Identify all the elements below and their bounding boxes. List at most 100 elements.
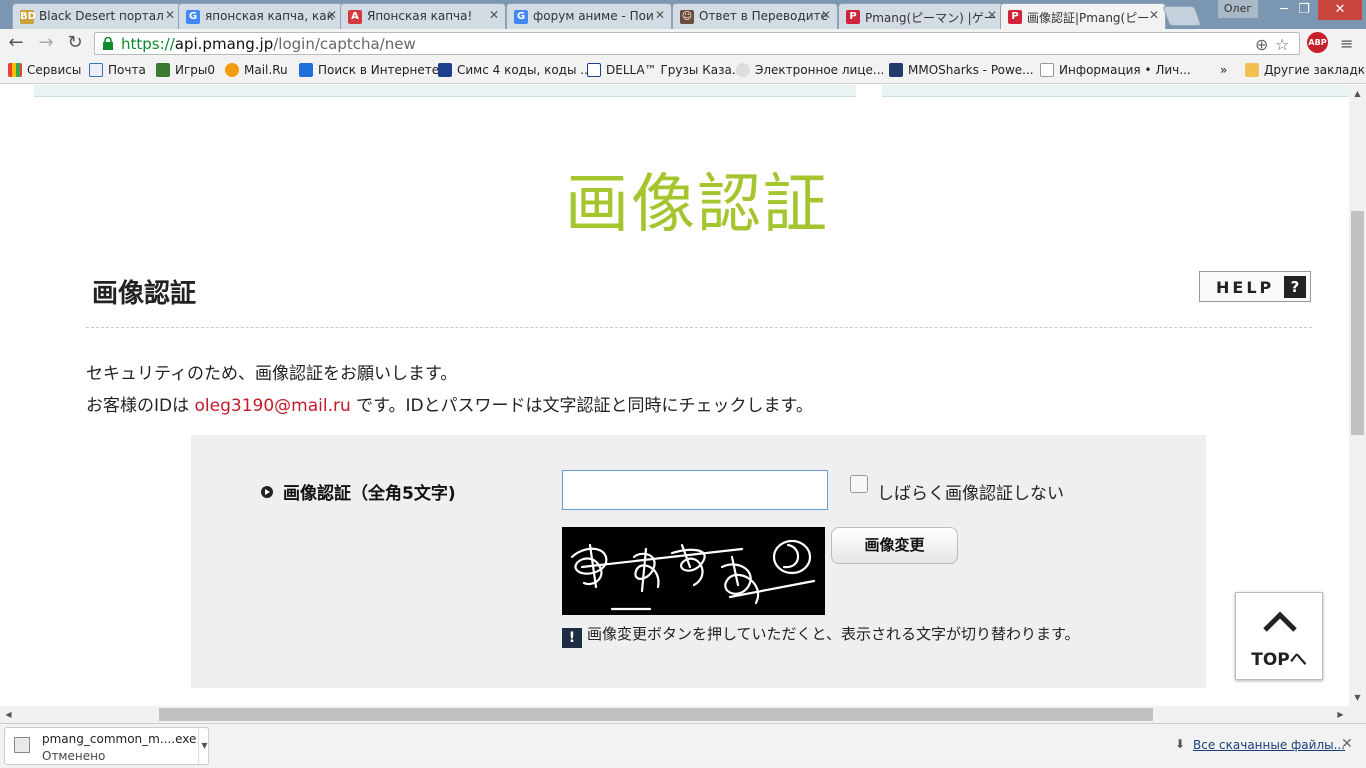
cube-icon xyxy=(156,63,170,77)
tab-close-icon[interactable]: ✕ xyxy=(1149,8,1159,22)
url-scheme: https:// xyxy=(121,35,175,53)
mail-icon xyxy=(89,63,103,77)
tab-title: Black Desert портал xyxy=(39,9,164,23)
bookmark-search[interactable]: Поиск в Интернете xyxy=(299,63,439,77)
skip-captcha-checkbox[interactable] xyxy=(850,475,868,493)
bookmark-mail[interactable]: Почта xyxy=(89,63,146,77)
horizontal-scrollbar[interactable]: ◀ ▶ xyxy=(0,706,1349,723)
download-arrow-icon: ⬇ xyxy=(1175,737,1186,751)
tab-answers[interactable]: ☺ Ответ в Переводите ✕ xyxy=(672,3,838,29)
captcha-form: 画像認証（全角5文字) しばらく画像認証しない 画像変更 ! 画像変更ボタンを押… xyxy=(191,435,1206,688)
captcha-input[interactable] xyxy=(562,470,828,510)
zoom-icon[interactable]: ⊕ xyxy=(1255,35,1268,54)
url-path: /login/captcha/new xyxy=(273,35,416,53)
question-icon: ? xyxy=(1284,276,1306,298)
tab-pmang[interactable]: P Pmang(ピーマン) |ゲー ✕ xyxy=(838,3,1004,29)
bookmarks-overflow-button[interactable]: » xyxy=(1220,63,1227,77)
pmang-favicon-icon: P xyxy=(1008,10,1022,24)
scroll-up-icon[interactable]: ▲ xyxy=(1349,85,1366,102)
tab-title: Pmang(ピーマン) |ゲー xyxy=(865,11,996,25)
tab-title: японская капча, как xyxy=(205,9,334,23)
bookmark-star-icon[interactable]: ☆ xyxy=(1275,35,1289,54)
captcha-field-label: 画像認証（全角5文字) xyxy=(261,479,456,504)
browser-toolbar: ← → ↻ https://api.pmang.jp/login/captcha… xyxy=(0,29,1366,58)
other-bookmarks[interactable]: Другие закладки xyxy=(1245,63,1366,77)
chrome-menu-icon[interactable]: ≡ xyxy=(1340,34,1353,53)
tab-title: Ответ в Переводите xyxy=(699,9,828,23)
tab-close-icon[interactable]: ✕ xyxy=(821,8,831,22)
tab-black-desert[interactable]: BD Black Desert портал ✕ xyxy=(12,3,182,29)
google-favicon-icon: G xyxy=(514,10,528,24)
help-button[interactable]: HELP ? xyxy=(1199,271,1311,302)
vertical-scroll-thumb[interactable] xyxy=(1351,211,1364,435)
tab-title: Японская капча! xyxy=(367,9,473,23)
scroll-right-icon[interactable]: ▶ xyxy=(1332,706,1349,723)
top-label: TOPへ xyxy=(1251,650,1307,670)
adblock-plus-icon[interactable]: ABP xyxy=(1307,32,1328,53)
tab-google-search-2[interactable]: G форум аниме - Пои ✕ xyxy=(506,3,672,29)
profile-button[interactable]: Олег xyxy=(1218,0,1258,18)
show-all-downloads-link[interactable]: Все скачанные файлы... xyxy=(1193,738,1345,752)
tab-close-icon[interactable]: ✕ xyxy=(489,8,499,22)
tab-close-icon[interactable]: ✕ xyxy=(655,8,665,22)
help-label: HELP xyxy=(1216,278,1275,297)
chevron-up-icon xyxy=(1263,611,1297,632)
bookmark-edu[interactable]: Электронное лице... xyxy=(736,63,884,77)
pmang-favicon-icon: P xyxy=(846,10,860,24)
window-close-icon[interactable]: ✕ xyxy=(1318,0,1362,20)
scroll-left-icon[interactable]: ◀ xyxy=(0,706,17,723)
apps-grid-icon xyxy=(8,63,22,77)
download-bar-close-icon[interactable]: ✕ xyxy=(1341,736,1353,752)
google-favicon-icon: G xyxy=(186,10,200,24)
horizontal-scroll-thumb[interactable] xyxy=(159,708,1153,721)
tab-title: 画像認証|Pmang(ピー xyxy=(1027,11,1150,25)
download-filename: pmang_common_m....exe xyxy=(42,732,197,746)
della-icon xyxy=(587,63,601,77)
security-message: セキュリティのため、画像認証をお願いします。 xyxy=(86,364,458,384)
bookmark-services[interactable]: Сервисы xyxy=(8,63,81,77)
black-desert-favicon-icon: BD xyxy=(20,10,36,24)
scroll-down-icon[interactable]: ▼ xyxy=(1349,689,1366,706)
tab-close-icon[interactable]: ✕ xyxy=(987,8,997,22)
tab-japanese-captcha[interactable]: A Японская капча! ✕ xyxy=(340,3,506,29)
tab-strip: BD Black Desert портал ✕ G японская капч… xyxy=(0,0,1366,29)
back-to-top-button[interactable]: TOPへ xyxy=(1235,592,1323,680)
at-icon xyxy=(225,63,239,77)
bookmark-della[interactable]: DELLA™ Грузы Каза... xyxy=(587,63,743,77)
bookmark-mmosharks[interactable]: MMOSharks - Powe... xyxy=(889,63,1034,77)
download-item[interactable]: pmang_common_m....exe Отменено ▼ xyxy=(4,727,209,765)
exe-file-icon xyxy=(14,737,30,753)
back-arrow-icon[interactable]: ← xyxy=(6,33,26,53)
forward-arrow-icon[interactable]: → xyxy=(36,33,56,53)
chevron-down-icon[interactable]: ▼ xyxy=(198,728,210,764)
divider xyxy=(86,327,1312,328)
tab-close-icon[interactable]: ✕ xyxy=(327,8,337,22)
page-title: 画像認証 xyxy=(92,279,197,309)
hero-title: 画像認証 xyxy=(565,168,829,242)
site-favicon-icon: A xyxy=(348,10,362,24)
arrow-bullet-icon xyxy=(261,486,273,498)
tab-close-icon[interactable]: ✕ xyxy=(165,8,175,22)
page-viewport: 画像認証 画像認証 HELP ? セキュリティのため、画像認証をお願いします。 … xyxy=(0,85,1349,706)
user-email: oleg3190@mail.ru xyxy=(194,396,351,416)
tab-google-search-1[interactable]: G японская капча, как ✕ xyxy=(178,3,344,29)
bookmarks-bar: Сервисы Почта Игры0 Mail.Ru Поиск в Инте… xyxy=(0,58,1366,84)
bookmark-info[interactable]: Информация • Лич... xyxy=(1040,63,1191,77)
address-bar[interactable]: https://api.pmang.jp/login/captcha/new ⊕… xyxy=(94,32,1300,55)
new-tab-button[interactable] xyxy=(1162,6,1202,26)
tab-captcha-active[interactable]: P 画像認証|Pmang(ピー ✕ xyxy=(1000,3,1166,29)
change-image-button[interactable]: 画像変更 xyxy=(831,527,958,564)
reload-icon[interactable]: ↻ xyxy=(65,33,85,53)
download-bar: pmang_common_m....exe Отменено ▼ ⬇ Все с… xyxy=(0,723,1366,768)
id-message: お客様のIDは oleg3190@mail.ru です。IDとパスワードは文字認… xyxy=(86,396,813,416)
header-band xyxy=(34,85,1349,97)
restore-icon[interactable]: ❐ xyxy=(1290,0,1318,20)
bookmark-sims[interactable]: Симс 4 коды, коды ... xyxy=(438,63,592,77)
vertical-scrollbar[interactable]: ▲ ▼ xyxy=(1349,85,1366,706)
url-host: api.pmang.jp xyxy=(174,35,274,53)
skip-captcha-label[interactable]: しばらく画像認証しない xyxy=(877,479,1064,504)
change-image-note: ! 画像変更ボタンを押していただくと、表示される文字が切り替わります。 xyxy=(562,623,1079,648)
bookmark-mailru[interactable]: Mail.Ru xyxy=(225,63,288,77)
captcha-image xyxy=(562,527,825,615)
bookmark-games[interactable]: Игры0 xyxy=(156,63,215,77)
